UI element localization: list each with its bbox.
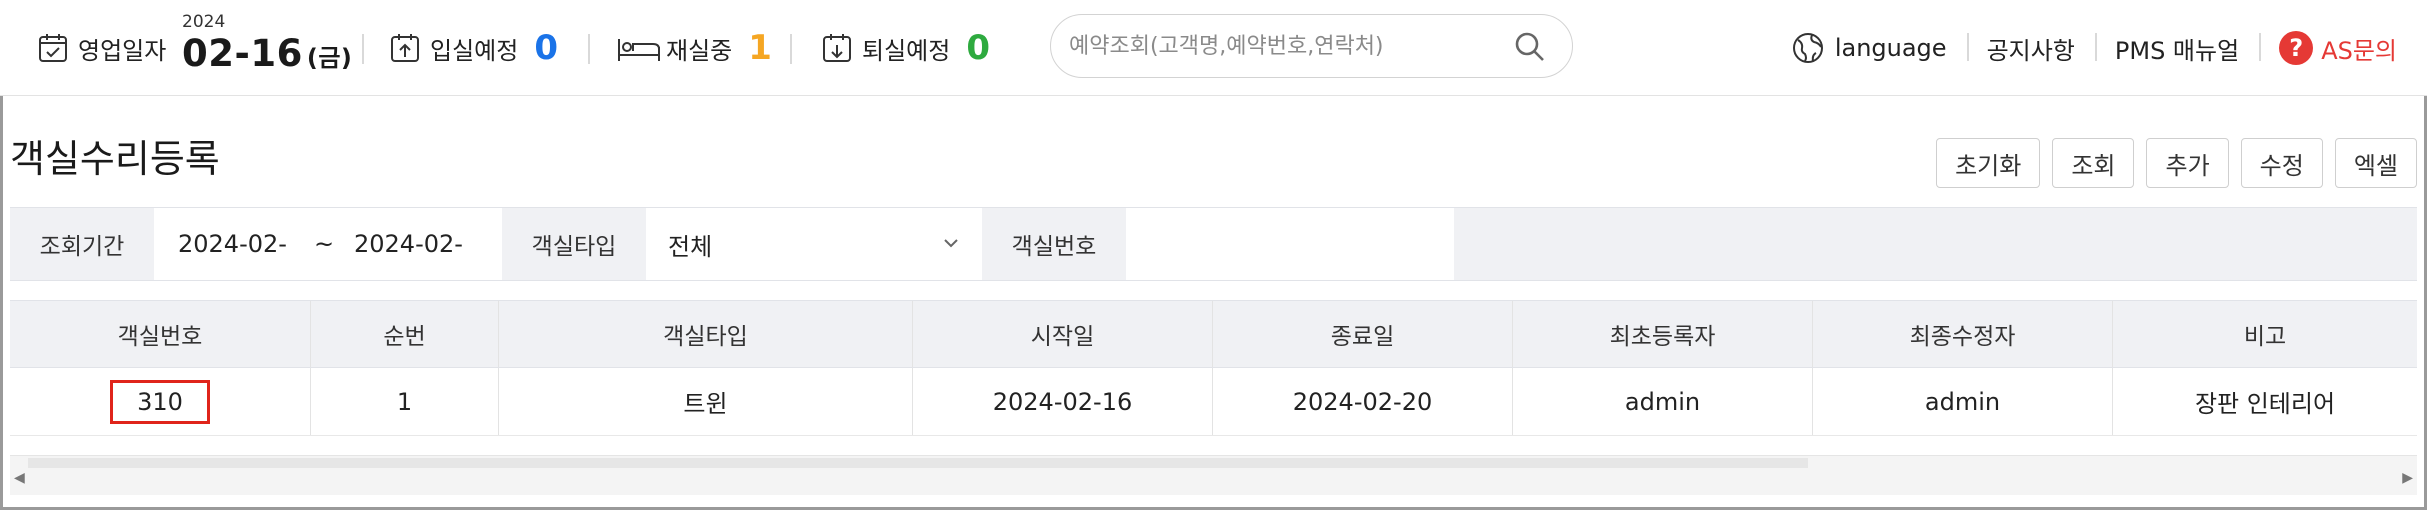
question-icon: ? — [2279, 31, 2314, 65]
col-note[interactable]: 비고 — [2113, 301, 2417, 367]
col-seq[interactable]: 순번 — [311, 301, 499, 367]
horizontal-scrollbar[interactable]: ◀ ▶ — [10, 455, 2417, 495]
table-header: 객실번호 순번 객실타입 시작일 종료일 최초등록자 최종수정자 비고 — [10, 300, 2417, 368]
period-label: 조회기간 — [39, 234, 125, 260]
search-button[interactable]: 조회 — [2052, 138, 2135, 188]
divider — [790, 34, 792, 64]
calendar-arrow-up-icon — [388, 31, 422, 65]
top-header: 영업일자 2024 02-16(금) 입실예정 0 재실중 1 퇴실예정 0 l… — [0, 0, 2427, 96]
business-date-value: 02-16 — [182, 32, 303, 75]
add-button[interactable]: 추가 — [2146, 138, 2229, 188]
cell-room-no: 310 — [10, 368, 311, 435]
checkin-count: 0 — [534, 28, 558, 68]
col-created-by[interactable]: 최초등록자 — [1513, 301, 1813, 367]
globe-icon — [1792, 33, 1823, 63]
checkout-label: 퇴실예정 — [862, 36, 951, 65]
col-room-no[interactable]: 객실번호 — [10, 301, 311, 367]
reservation-search-input[interactable] — [1069, 15, 1499, 77]
excel-button[interactable]: 엑셀 — [2334, 138, 2417, 188]
room-no-highlight: 310 — [110, 379, 210, 424]
repair-table: 객실번호 순번 객실타입 시작일 종료일 최초등록자 최종수정자 비고 310 … — [10, 300, 2417, 436]
language-link[interactable]: language — [1771, 31, 1967, 65]
notice-label: 공지사항 — [1986, 36, 2075, 65]
manual-label: PMS 매뉴얼 — [2114, 36, 2240, 65]
room-no-label: 객실번호 — [1011, 234, 1097, 260]
filter-bar: 조회기간 2024-02- ~ 2024-02- 객실타입 전체 객실번호 — [10, 207, 2417, 281]
col-modified-by[interactable]: 최종수정자 — [1813, 301, 2113, 367]
business-date-group: 영업일자 — [36, 0, 166, 96]
cell-room-type: 트윈 — [499, 368, 913, 435]
occupied-label: 재실중 — [666, 36, 733, 65]
calendar-check-icon — [36, 31, 70, 65]
scrollbar-thumb[interactable] — [28, 458, 1808, 468]
room-type-value: 전체 — [668, 232, 713, 261]
table-row[interactable]: 310 1 트윈 2024-02-16 2024-02-20 admin adm… — [10, 368, 2417, 436]
col-room-type[interactable]: 객실타입 — [499, 301, 913, 367]
cell-note: 장판 인테리어 — [2194, 390, 2336, 418]
business-year: 2024 — [182, 12, 226, 32]
as-inquiry-link[interactable]: ? AS문의 — [2259, 31, 2397, 66]
business-date: 02-16 (금) — [182, 32, 352, 75]
cell-seq: 1 — [311, 368, 499, 435]
checkin-label: 입실예정 — [430, 36, 519, 65]
search-icon[interactable] — [1514, 31, 1546, 63]
bed-icon — [616, 31, 662, 65]
header-links: language 공지사항 PMS 매뉴얼 ? AS문의 — [1771, 0, 2397, 96]
occupied-group[interactable]: 재실중 1 — [616, 0, 772, 96]
page-title: 객실수리등록 — [10, 137, 220, 181]
business-date-label: 영업일자 — [78, 36, 167, 65]
occupied-count: 1 — [748, 28, 772, 68]
col-end-date[interactable]: 종료일 — [1213, 301, 1513, 367]
cell-modified-by: admin — [1813, 368, 2113, 435]
room-type-label: 객실타입 — [531, 234, 617, 260]
language-label: language — [1834, 34, 1947, 62]
cell-created-by: admin — [1513, 368, 1813, 435]
reset-button[interactable]: 초기화 — [1936, 138, 2041, 188]
date-to-input[interactable]: 2024-02- — [354, 230, 463, 258]
checkout-group[interactable]: 퇴실예정 0 — [820, 0, 990, 96]
checkout-count: 0 — [966, 28, 990, 68]
col-start-date[interactable]: 시작일 — [913, 301, 1213, 367]
cell-start-date: 2024-02-16 — [913, 368, 1213, 435]
notice-link[interactable]: 공지사항 — [1966, 31, 2095, 66]
edit-button[interactable]: 수정 — [2240, 138, 2323, 188]
checkin-group[interactable]: 입실예정 0 — [388, 0, 558, 96]
date-separator: ~ — [314, 230, 335, 258]
room-type-select[interactable]: 전체 — [646, 208, 982, 280]
chevron-down-icon — [944, 239, 958, 248]
period-range: 2024-02- ~ 2024-02- — [154, 208, 502, 280]
business-day: (금) — [306, 44, 353, 72]
scroll-right-arrow-icon[interactable]: ▶ — [2402, 470, 2413, 486]
reservation-search — [1050, 14, 1573, 78]
date-from-input[interactable]: 2024-02- — [178, 230, 287, 258]
action-buttons: 초기화 조회 추가 수정 엑셀 — [1936, 138, 2417, 188]
calendar-arrow-down-icon — [820, 31, 854, 65]
room-no-input[interactable] — [1126, 208, 1454, 280]
manual-link[interactable]: PMS 매뉴얼 — [2094, 31, 2259, 66]
divider — [588, 34, 590, 64]
scroll-left-arrow-icon[interactable]: ◀ — [14, 470, 25, 486]
cell-end-date: 2024-02-20 — [1213, 368, 1513, 435]
as-inquiry-label: AS문의 — [2321, 36, 2397, 65]
divider — [362, 34, 364, 64]
